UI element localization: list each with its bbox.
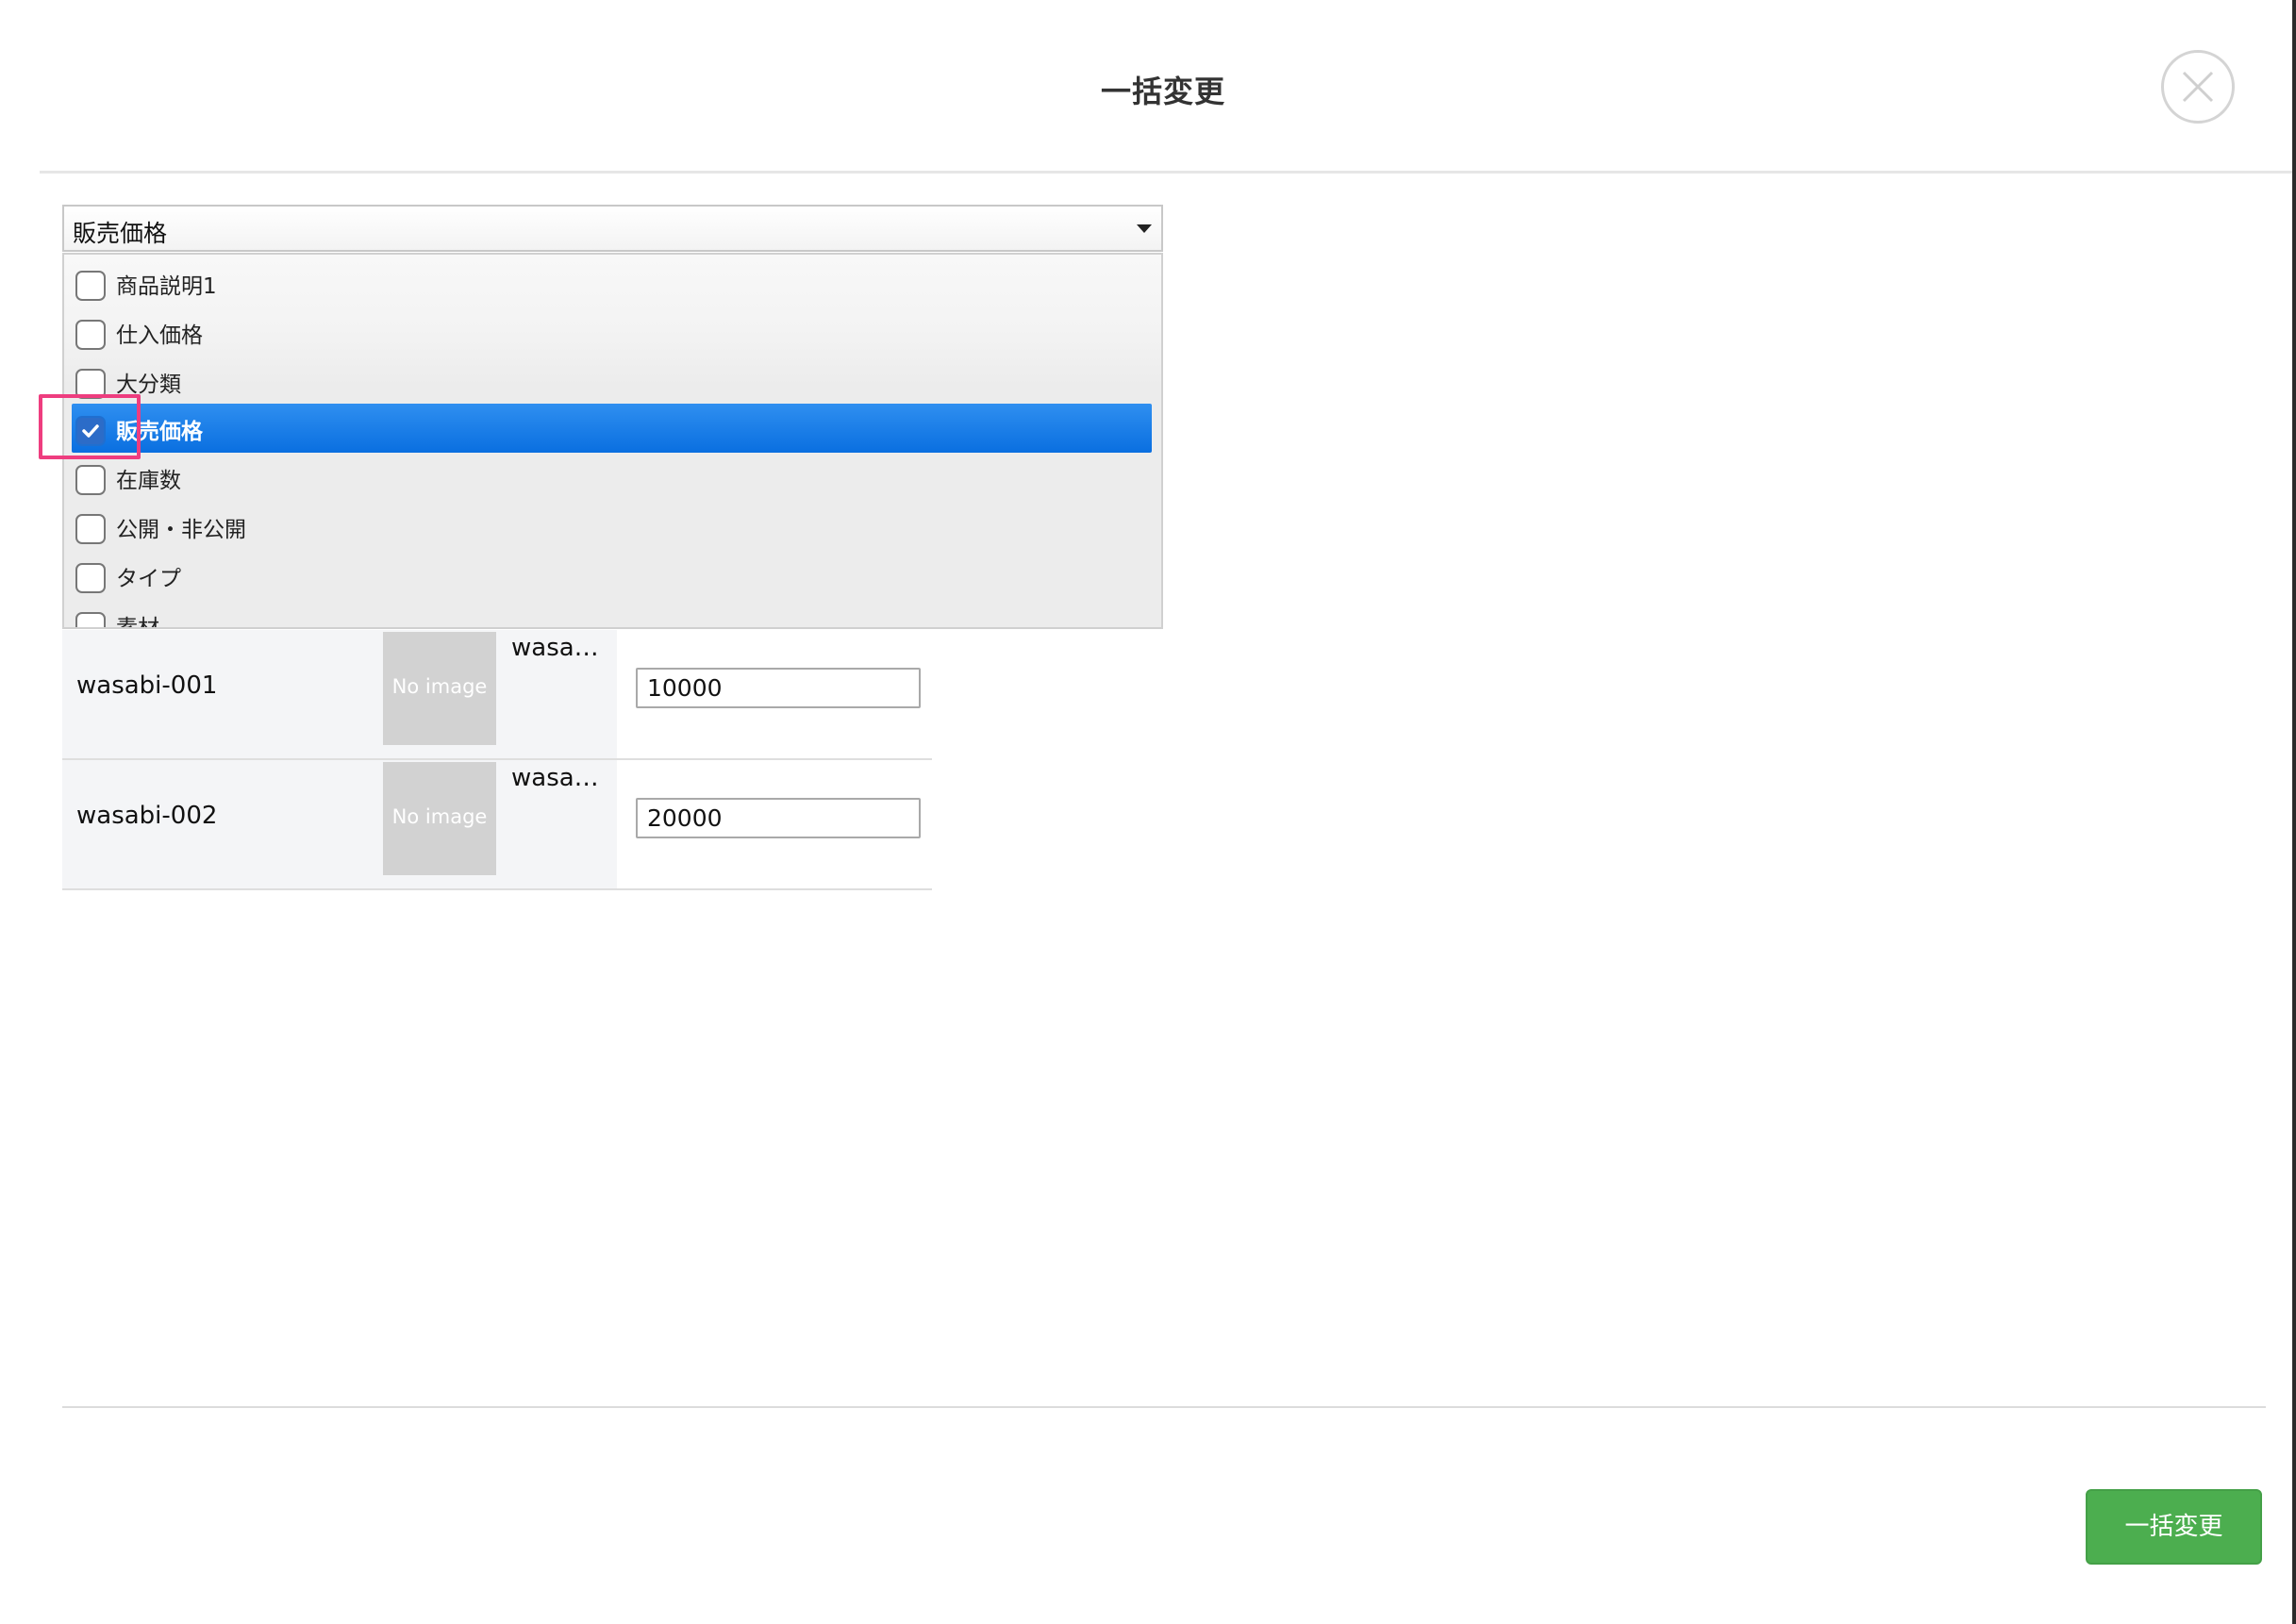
field-select[interactable]: 販売価格 (62, 205, 1163, 252)
no-image-placeholder: No image (391, 675, 488, 698)
option-major-category[interactable]: 大分類 (64, 356, 1161, 406)
option-type[interactable]: タイプ (64, 551, 1161, 600)
option-checkbox[interactable] (75, 514, 106, 544)
product-code: wasabi-002 (76, 802, 218, 830)
product-thumbnail: No image (383, 762, 496, 875)
footer-divider (62, 1406, 2266, 1408)
option-product-description[interactable]: 商品説明1 (64, 258, 1161, 307)
option-material[interactable]: 素材 (64, 600, 1161, 629)
product-table: wasabi-001 No image wasa… wasabi-002 No … (62, 630, 932, 890)
modal-title: 一括変更 (1100, 74, 1225, 109)
close-icon (2182, 71, 2214, 103)
table-row: wasabi-002 No image wasa… (62, 760, 932, 890)
option-checkbox[interactable] (75, 320, 106, 350)
bulk-change-modal: 一括変更 販売価格 商品説明1 仕入価格 大分類 販売価格 在庫数 公開・非公開… (0, 0, 2292, 1624)
bulk-change-button[interactable]: 一括変更 (2086, 1489, 2262, 1565)
option-sales-price[interactable]: 販売価格 (64, 404, 1161, 453)
window-edge (2292, 0, 2296, 1624)
close-button[interactable] (2161, 50, 2235, 124)
product-name: wasa… (511, 634, 599, 662)
option-visibility[interactable]: 公開・非公開 (64, 502, 1161, 551)
price-input[interactable] (636, 798, 921, 838)
page-root: 一括変更 販売価格 商品説明1 仕入価格 大分類 販売価格 在庫数 公開・非公開… (0, 0, 2296, 1624)
product-thumbnail: No image (383, 632, 496, 745)
no-image-placeholder: No image (391, 805, 488, 828)
price-input[interactable] (636, 668, 921, 708)
option-checkbox[interactable] (75, 465, 106, 495)
selection-highlight (72, 404, 1152, 453)
option-label: 素材 (116, 616, 159, 629)
table-row: wasabi-001 No image wasa… (62, 630, 932, 760)
field-select-dropdown[interactable]: 商品説明1 仕入価格 大分類 販売価格 在庫数 公開・非公開 タイプ 素材 (62, 253, 1163, 629)
option-checkbox[interactable] (75, 271, 106, 301)
option-label: タイプ (116, 567, 181, 591)
option-stock-count[interactable]: 在庫数 (64, 453, 1161, 502)
chevron-down-icon (1137, 224, 1152, 233)
field-select-value: 販売価格 (73, 220, 168, 247)
option-purchase-price[interactable]: 仕入価格 (64, 307, 1161, 356)
option-checkbox[interactable] (75, 612, 106, 627)
header-divider (40, 171, 2292, 174)
option-label: 大分類 (116, 373, 181, 397)
option-label: 仕入価格 (116, 323, 203, 348)
highlight-annotation (39, 394, 141, 459)
option-label: 在庫数 (116, 469, 181, 493)
product-name: wasa… (511, 764, 599, 792)
option-label: 商品説明1 (116, 274, 217, 299)
option-label: 公開・非公開 (116, 518, 246, 542)
option-checkbox[interactable] (75, 563, 106, 593)
product-code: wasabi-001 (76, 671, 218, 700)
